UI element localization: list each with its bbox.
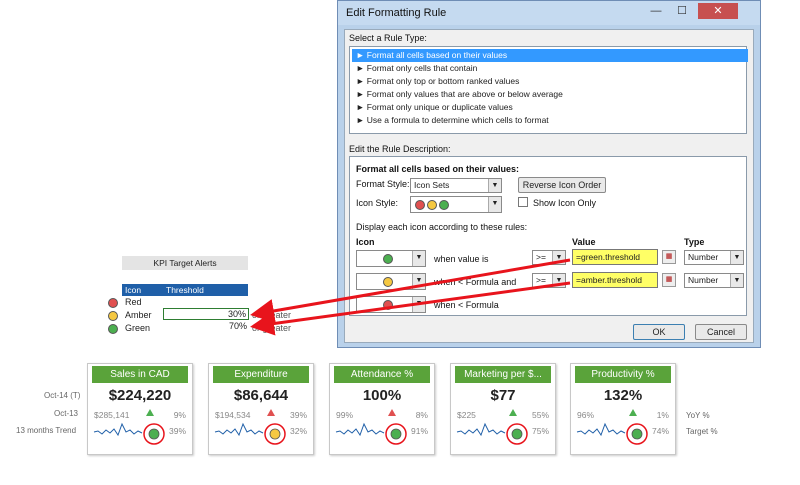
row-label-previous: Oct-13 (54, 409, 79, 418)
trend-triangle-icon (146, 409, 154, 416)
kpi-card-value: $77 (490, 387, 516, 404)
kpi-card: Attendance % 100% 99% 8% 91% (329, 363, 435, 455)
sparkline-path (93, 422, 143, 437)
sparkline-path (214, 422, 264, 437)
kpi-card-title: Attendance % (334, 366, 430, 383)
status-circle-icon (269, 428, 281, 440)
kpi-card: Sales in CAD $224,220 $285,141 9% 39% (87, 363, 193, 455)
kpi-card: Marketing per $... $77 $225 55% 75% (450, 363, 556, 455)
status-circle-icon (511, 428, 523, 440)
status-circle-icon (390, 428, 402, 440)
kpi-card-sparkline (456, 409, 528, 445)
row-label-current: Oct-14 (T) (44, 391, 81, 400)
trend-triangle-icon (629, 409, 637, 416)
trend-triangle-icon (388, 409, 396, 416)
status-circle-icon (148, 428, 160, 440)
sparkline-path (335, 422, 385, 437)
kpi-card-sparkline (93, 409, 165, 445)
sparkline-path (456, 422, 506, 437)
sparkline-path (576, 422, 626, 437)
trend-triangle-icon (267, 409, 275, 416)
kpi-card-value: $224,220 (108, 387, 172, 404)
row-label-trend: 13 months Trend (16, 426, 77, 435)
row-label-yoy: YoY % (686, 411, 710, 420)
kpi-card-value: 100% (362, 387, 402, 404)
kpi-card-title: Marketing per $... (455, 366, 551, 383)
kpi-card-value: 132% (603, 387, 643, 404)
kpi-card-sparkline (576, 409, 648, 445)
kpi-card-sparkline (214, 409, 286, 445)
kpi-card-value: $86,644 (233, 387, 289, 404)
kpi-card-title: Sales in CAD (92, 366, 188, 383)
row-label-target: Target % (686, 427, 718, 436)
status-circle-icon (631, 428, 643, 440)
trend-triangle-icon (509, 409, 517, 416)
kpi-card-title: Productivity % (575, 366, 671, 383)
kpi-card: Expenditure $86,644 $194,534 39% 32% (208, 363, 314, 455)
kpi-card: Productivity % 132% 96% 1% 74% (570, 363, 676, 455)
kpi-card-sparkline (335, 409, 407, 445)
kpi-card-title: Expenditure (213, 366, 309, 383)
